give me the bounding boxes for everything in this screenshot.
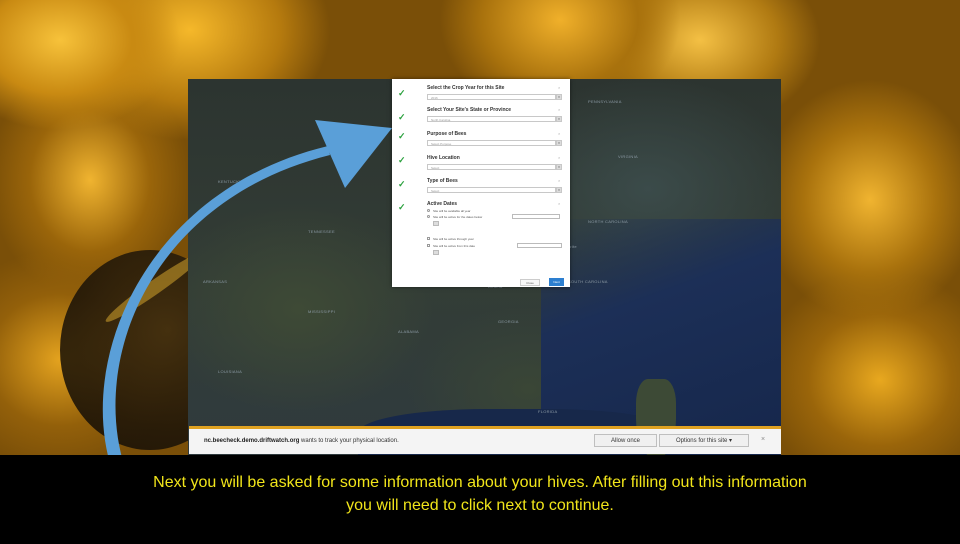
option-label: Site will be active through year	[433, 237, 474, 241]
radio-all-year[interactable]	[427, 209, 430, 212]
site-options-button[interactable]: Options for this site ▾	[659, 434, 749, 447]
next-button[interactable]: Next	[549, 278, 564, 286]
step-title: Purpose of Bees	[427, 131, 467, 137]
state-select[interactable]: North Carolina	[427, 116, 556, 122]
check-icon: ✓	[398, 155, 406, 165]
close-icon[interactable]: ×	[558, 178, 560, 183]
close-icon[interactable]: ×	[761, 436, 765, 443]
radio-date-range[interactable]	[427, 215, 430, 218]
close-button[interactable]: Close	[520, 279, 540, 286]
slide-caption: Next you will be asked for some informat…	[153, 474, 807, 514]
crop-year-select[interactable]: 2016	[427, 94, 556, 100]
check-icon: ✓	[398, 202, 406, 212]
date-field[interactable]	[512, 214, 560, 219]
close-icon[interactable]: ×	[558, 131, 560, 136]
allow-once-button[interactable]: Allow once	[594, 434, 657, 447]
check-icon: ✓	[398, 179, 406, 189]
map-label: ALABAMA	[398, 329, 419, 334]
map-label: PENNSYLVANIA	[588, 99, 622, 104]
map-label: TENNESSEE	[308, 229, 335, 234]
message-text: wants to track your physical location.	[301, 438, 399, 444]
check-icon: ✓	[398, 131, 406, 141]
map-label: NORTH CAROLINA	[588, 219, 628, 224]
calendar-button[interactable]	[433, 221, 439, 226]
calendar-button[interactable]	[433, 250, 439, 255]
step-title: Type of Bees	[427, 178, 458, 184]
option-label: Site will be active for the dates below	[433, 215, 483, 219]
map-label: ARKANSAS	[203, 279, 228, 284]
close-icon[interactable]: ×	[558, 107, 560, 112]
step-title: Select Your Site's State or Province	[427, 107, 512, 113]
map-label: KENTUCKY	[218, 179, 243, 184]
check-icon: ✓	[398, 88, 406, 98]
hive-info-wizard: ✓ Select the Crop Year for this Site × 2…	[392, 79, 570, 287]
map-label: FLORIDA	[538, 409, 558, 414]
site-options-label: Options for this site	[675, 438, 728, 444]
step-title: Hive Location	[427, 155, 460, 161]
geolocation-permission-bar: nc.beecheck.demo.driftwatch.org wants to…	[189, 426, 781, 454]
close-icon[interactable]: ×	[558, 85, 560, 90]
site-name: nc.beecheck.demo.driftwatch.org	[204, 438, 300, 444]
checkbox-through-year[interactable]	[427, 237, 430, 240]
option-label: Site will be available all year	[433, 209, 471, 213]
map-label: GEORGIA	[498, 319, 519, 324]
date-field[interactable]	[517, 243, 562, 248]
option-label: Site will be active from this date	[433, 244, 476, 248]
map-label: VIRGINIA	[618, 154, 638, 159]
close-icon[interactable]: ×	[558, 155, 560, 160]
chevron-down-icon[interactable]: ▾	[556, 164, 562, 170]
hive-location-select[interactable]: Select	[427, 164, 556, 170]
bee-type-select[interactable]: Select	[427, 187, 556, 193]
caret-down-icon: ▾	[729, 438, 733, 444]
step-title: Select the Crop Year for this Site	[427, 85, 505, 91]
chevron-down-icon[interactable]: ▾	[556, 116, 562, 122]
chevron-down-icon[interactable]: ▾	[556, 140, 562, 146]
map-label: LOUISIANA	[218, 369, 243, 374]
map-label: MISSISSIPPI	[308, 309, 336, 314]
map-label: SOUTH CAROLINA	[568, 279, 608, 284]
permission-message: nc.beecheck.demo.driftwatch.org wants to…	[204, 438, 399, 444]
step-title: Active Dates	[427, 201, 458, 207]
purpose-select[interactable]: Select Purpose	[427, 140, 556, 146]
close-icon[interactable]: ×	[558, 201, 560, 206]
check-icon: ✓	[398, 112, 406, 122]
checkbox-from-date[interactable]	[427, 244, 430, 247]
chevron-down-icon[interactable]: ▾	[556, 94, 562, 100]
chevron-down-icon[interactable]: ▾	[556, 187, 562, 193]
